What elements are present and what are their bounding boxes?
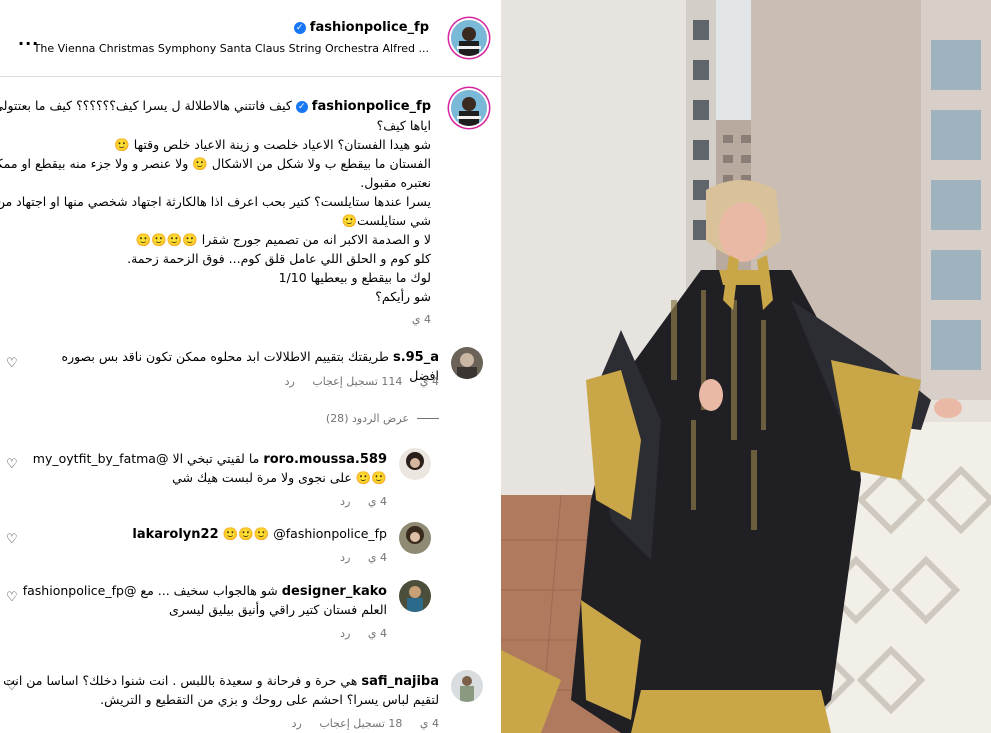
- caption-line: كيف فاتتني هالاطلالة ل يسرا كيف؟؟؟؟؟؟ كي…: [0, 98, 292, 113]
- post-details-panel: ... ✓ fashionpolice_fp The Vienna Christ…: [0, 0, 501, 733]
- comment-likes[interactable]: 114 تسجيل إعجاب: [312, 375, 402, 388]
- view-replies-button[interactable]: عرض الردود (28): [326, 412, 439, 425]
- comment-avatar[interactable]: [451, 347, 483, 379]
- caption-line: اياها كيف؟: [376, 118, 431, 133]
- comment-text: هي حرة و فرحانة و سعيدة باللبس . انت شنو…: [3, 673, 358, 688]
- avatar-image: [451, 20, 487, 56]
- post-image: [501, 0, 991, 733]
- comment-text: 🙂🙂 على نجوى ولا مرة لبست هيك شي: [172, 470, 387, 485]
- comment-avatar[interactable]: [399, 522, 431, 554]
- reply-button[interactable]: رد: [340, 627, 350, 640]
- caption-line: شي ستايلست🙂: [341, 213, 431, 228]
- comment-avatar[interactable]: [399, 580, 431, 612]
- verified-badge-icon: ✓: [295, 100, 308, 113]
- view-replies-label: عرض الردود (28): [325, 412, 409, 425]
- comment-avatar[interactable]: [451, 670, 483, 702]
- comment-username[interactable]: roro.moussa.589: [263, 452, 387, 467]
- comment-username[interactable]: safi_najiba: [361, 674, 439, 689]
- comment-username[interactable]: lakarolyn22: [132, 527, 218, 542]
- post-caption: fashionpolice_fp ✓ كيف فاتتني هالاطلالة …: [0, 96, 431, 329]
- comment-meta: 4 ي رد: [326, 495, 387, 508]
- comment-text: شو هالجواب سخيف ... مع @fashionpolice_fp: [22, 583, 278, 598]
- comment-body: safi_najiba هي حرة و فرحانة و سعيدة بالل…: [3, 672, 439, 709]
- caption-line: نعتبره مقبول.: [360, 175, 431, 190]
- comment-body: designer_kako شو هالجواب سخيف ... مع @fa…: [7, 582, 387, 619]
- comment-text: لتقيم لباس يسرا؟ احشم على روحك و بزي من …: [100, 692, 439, 707]
- post-header: ... ✓ fashionpolice_fp The Vienna Christ…: [0, 0, 501, 77]
- caption-avatar[interactable]: [451, 90, 487, 126]
- comment-time[interactable]: 4 ي: [420, 375, 439, 388]
- comment-likes[interactable]: 18 تسجيل إعجاب: [319, 717, 402, 730]
- caption-time[interactable]: 4 ي: [21, 310, 431, 329]
- comment-meta: 4 ي 18 تسجيل إعجاب رد: [278, 717, 439, 730]
- caption-line: لوك ما بيقطع و بيعطيها 1/10: [278, 270, 431, 285]
- caption-line: يسرا عندها ستايلست؟ كتير بحب اعرف اذا ها…: [0, 194, 431, 209]
- comment-time[interactable]: 4 ي: [368, 627, 387, 640]
- caption-line: كلو كوم و الحلق اللي عامل قلق كوم... فوق…: [127, 251, 431, 266]
- comment-time[interactable]: 4 ي: [368, 495, 387, 508]
- header-username[interactable]: fashionpolice_fp: [310, 20, 429, 35]
- caption-username[interactable]: fashionpolice_fp: [312, 99, 431, 114]
- avatar-image: [451, 90, 487, 126]
- audio-subtitle[interactable]: The Vienna Christmas Symphony Santa Clau…: [29, 42, 429, 55]
- comment-meta: 4 ي رد: [326, 551, 387, 564]
- comment-text: 🙂🙂🙂 @fashionpolice_fp: [222, 526, 387, 541]
- caption-line: شو هيدا الفستان؟ الاعياد خلصت و زينة الا…: [114, 137, 431, 152]
- caption-line: لا و الصدمة الاكبر انه من تصميم جورج شقر…: [135, 232, 431, 247]
- verified-badge-icon: ✓: [293, 21, 306, 34]
- reply-button[interactable]: رد: [340, 551, 350, 564]
- header-avatar[interactable]: [451, 20, 487, 56]
- post-video[interactable]: [501, 0, 991, 733]
- reply-button[interactable]: رد: [340, 495, 350, 508]
- comment-username[interactable]: s.95_a: [393, 350, 439, 365]
- comment-body: roro.moussa.589 ما لقيتي تبخي الا @my_oy…: [7, 450, 387, 487]
- comment-time[interactable]: 4 ي: [420, 717, 439, 730]
- caption-line: الفستان ما بيقطع ب ولا شكل من الاشكال 🙂 …: [0, 156, 431, 171]
- comment-meta: 4 ي رد: [326, 627, 387, 640]
- comment-username[interactable]: designer_kako: [282, 584, 387, 599]
- replies-divider: [417, 418, 439, 419]
- comment-text: ما لقيتي تبخي الا @my_oytfit_by_fatma: [32, 451, 260, 466]
- reply-button[interactable]: رد: [285, 375, 295, 388]
- comment-avatar[interactable]: [399, 448, 431, 480]
- caption-line: شو رأيكم؟: [375, 289, 431, 304]
- like-comment-button[interactable]: ♡: [6, 356, 18, 371]
- heart-outline-icon: ♡: [6, 356, 18, 371]
- comment-time[interactable]: 4 ي: [368, 551, 387, 564]
- comment-text: العلم فستان كتير راقي وأنيق بيليق ليسرى: [169, 602, 387, 617]
- comment-meta: 4 ي 114 تسجيل إعجاب رد: [271, 375, 439, 388]
- comment-body: lakarolyn22 🙂🙂🙂 @fashionpolice_fp: [7, 525, 387, 544]
- reply-button[interactable]: رد: [292, 717, 302, 730]
